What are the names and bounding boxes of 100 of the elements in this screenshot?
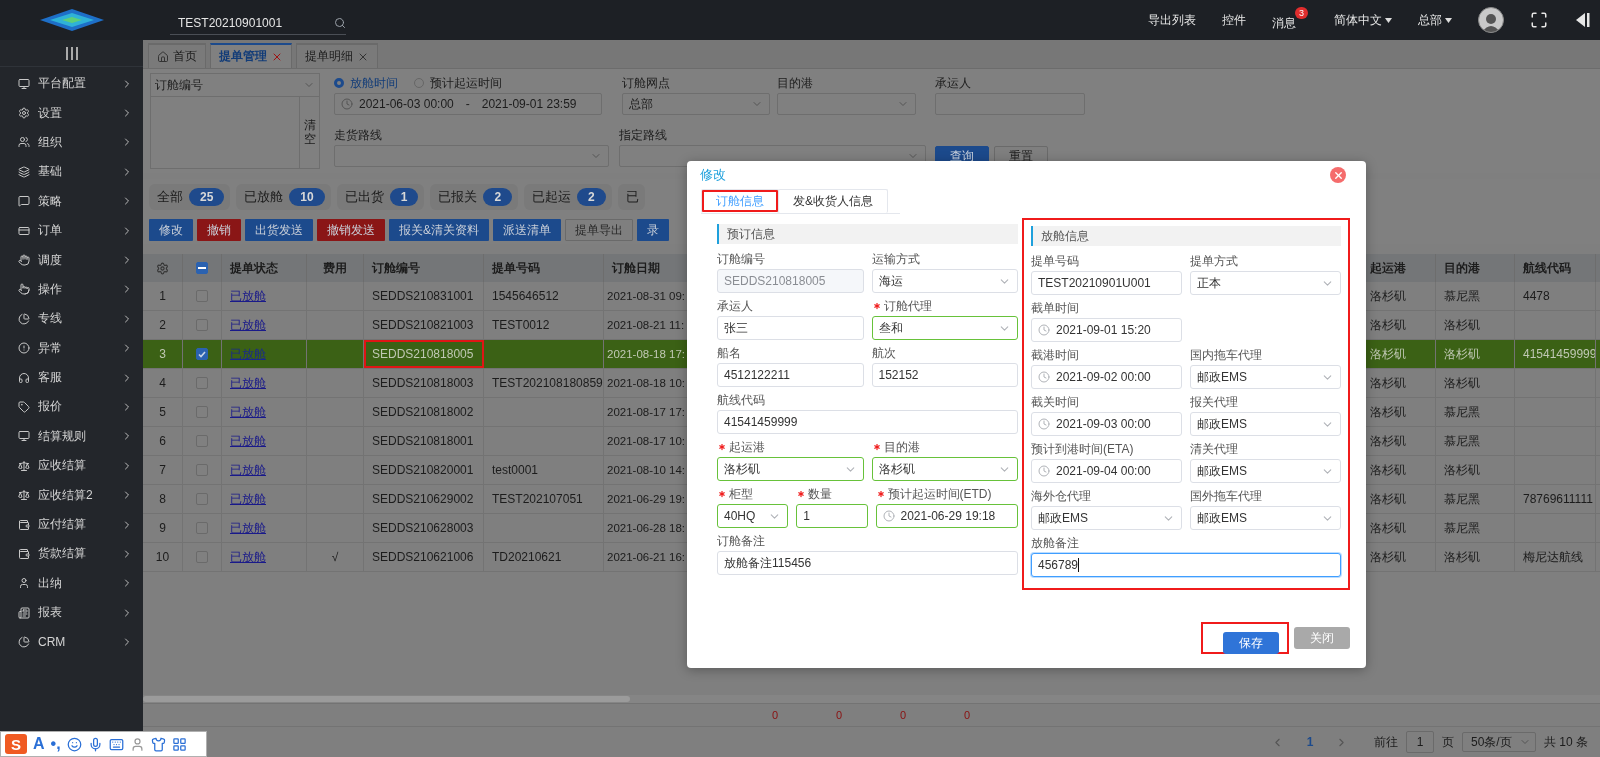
field-label: 报关代理 [1190,393,1238,411]
table-cell: 41541459999 [1523,347,1595,361]
count-badge: 10 [289,188,325,206]
table-cell: 慕尼黑 [1444,403,1480,421]
table-cell: 洛杉矶 [1370,316,1406,334]
chip-label: 全部 [157,188,183,206]
table-cell: 2021-08-31 09: [607,290,685,302]
table-cell: 2021-06-28 18: [607,522,685,534]
count-badge: 1 [389,188,419,206]
chip-label: 已放舱 [244,188,284,206]
table-cell: 慕尼黑 [1444,432,1480,450]
field-label: 航线代码 [717,391,765,409]
table-cell: SEDDS210818002 [372,405,474,419]
field-label: 走货路线 [334,126,383,144]
column-header: 提单状态 [230,259,278,277]
count-badge: 25 [189,188,225,206]
field-label: 承运人 [717,297,753,315]
row-number: 10 [155,550,170,564]
total-count: 共 10 条 [1544,733,1588,751]
field-label: 目的港 [883,438,920,456]
table-cell: SEDDS210820001 [372,463,474,477]
table-cell: 洛杉矶 [1370,519,1406,537]
table-cell: 洛杉矶 [1370,461,1406,479]
row-number: 7 [159,463,166,477]
field-label: 预计到港时间(ETA) [1031,440,1134,458]
field-label: 截单时间 [1031,299,1079,317]
table-cell: 洛杉矶 [1444,345,1480,363]
row-number: 2 [159,318,166,332]
column-header: 起运港 [1370,259,1406,277]
field-label: 承运人 [935,74,972,92]
table-cell: 4478 [1523,289,1550,303]
table-cell: 2021-08-17 17: [607,406,685,418]
row-number: 1 [159,289,166,303]
table-cell: SEDDS210629002 [372,492,474,506]
table-cell: 慕尼黑 [1444,287,1480,305]
row-number: 3 [159,347,166,361]
row-number: 8 [159,492,166,506]
field-label: 提单方式 [1190,252,1238,270]
field-label: 放舱备注 [1031,534,1079,552]
table-cell: 洛杉矶 [1444,374,1480,392]
row-number: 5 [159,405,166,419]
table-cell: 2021-08-10 14: [607,464,685,476]
table-cell: 洛杉矶 [1444,548,1480,566]
column-header: 订舱日期 [612,259,660,277]
column-header: 提单号码 [492,259,540,277]
table-cell: 洛杉矶 [1370,432,1406,450]
table-cell: test0001 [492,463,539,477]
table-cell: 2021-08-17 10: [607,435,685,447]
table-cell: 2021-06-29 19: [607,493,685,505]
table-cell: 慕尼黑 [1444,519,1480,537]
chip-label: 已 [625,188,639,206]
field-label: 运输方式 [871,250,920,268]
field-label: 指定路线 [619,126,668,144]
count-badge: 2 [483,188,513,206]
notification-badge: 3 [1295,6,1308,19]
table-cell: 慕尼黑 [1444,490,1480,508]
field-label: 预计起运时间(ETD) [887,485,992,503]
table-cell: 洛杉矶 [1444,461,1480,479]
table-cell: TEST202108180859 [492,376,603,390]
total-value: 0 [898,708,908,723]
row-number: 4 [159,376,166,390]
chip-label: 已出货 [344,188,384,206]
column-header: 订舱编号 [372,259,420,277]
count-badge: 2 [577,188,606,206]
field-label: 订舱编号 [717,250,765,268]
total-value: 0 [770,708,780,723]
table-cell: SEDDS210818001 [372,434,474,448]
goto-label: 前往 [1374,733,1398,751]
field-label: 数量 [808,485,833,503]
chip-label: 已起运 [532,188,572,206]
table-cell: 2021-08-18 17: [607,348,685,360]
table-cell: SEDDS210818005 [372,347,474,361]
page-label: 页 [1442,733,1454,751]
table-cell: 洛杉矶 [1370,548,1406,566]
table-cell: 梅尼达航线 [1523,548,1583,566]
table-cell: 洛杉矶 [1370,287,1406,305]
section-title: 预订信息 [717,224,1018,244]
table-cell: TEST0012 [492,318,550,332]
table-cell: 78769611111 [1523,492,1593,506]
row-number: 9 [159,521,166,535]
section-title: 放舱信息 [1031,226,1341,246]
table-cell: 2021-06-21 16: [607,551,685,563]
total-value: 0 [834,708,844,723]
field-label: 目的港 [777,74,814,92]
field-label: 提单号码 [1031,252,1079,270]
table-cell: SEDDS210628003 [372,521,474,535]
field-label: 订舱网点 [622,74,671,92]
field-label: 柜型 [729,485,753,503]
input-method-logo: S [5,734,27,754]
table-cell: TD20210621 [492,550,562,564]
field-label: 船名 [717,344,741,362]
table-cell: 洛杉矶 [1370,403,1406,421]
table-cell: SEDDS210818003 [372,376,474,390]
chip-label: 已报关 [438,188,478,206]
table-cell: 洛杉矶 [1370,490,1406,508]
table-cell: TEST202107051 [492,492,583,506]
dialog-title: 修改 [700,166,726,184]
table-cell: √ [331,550,339,564]
field-label: 订舱代理 [883,297,932,315]
table-cell: SEDDS210831001 [372,289,474,303]
